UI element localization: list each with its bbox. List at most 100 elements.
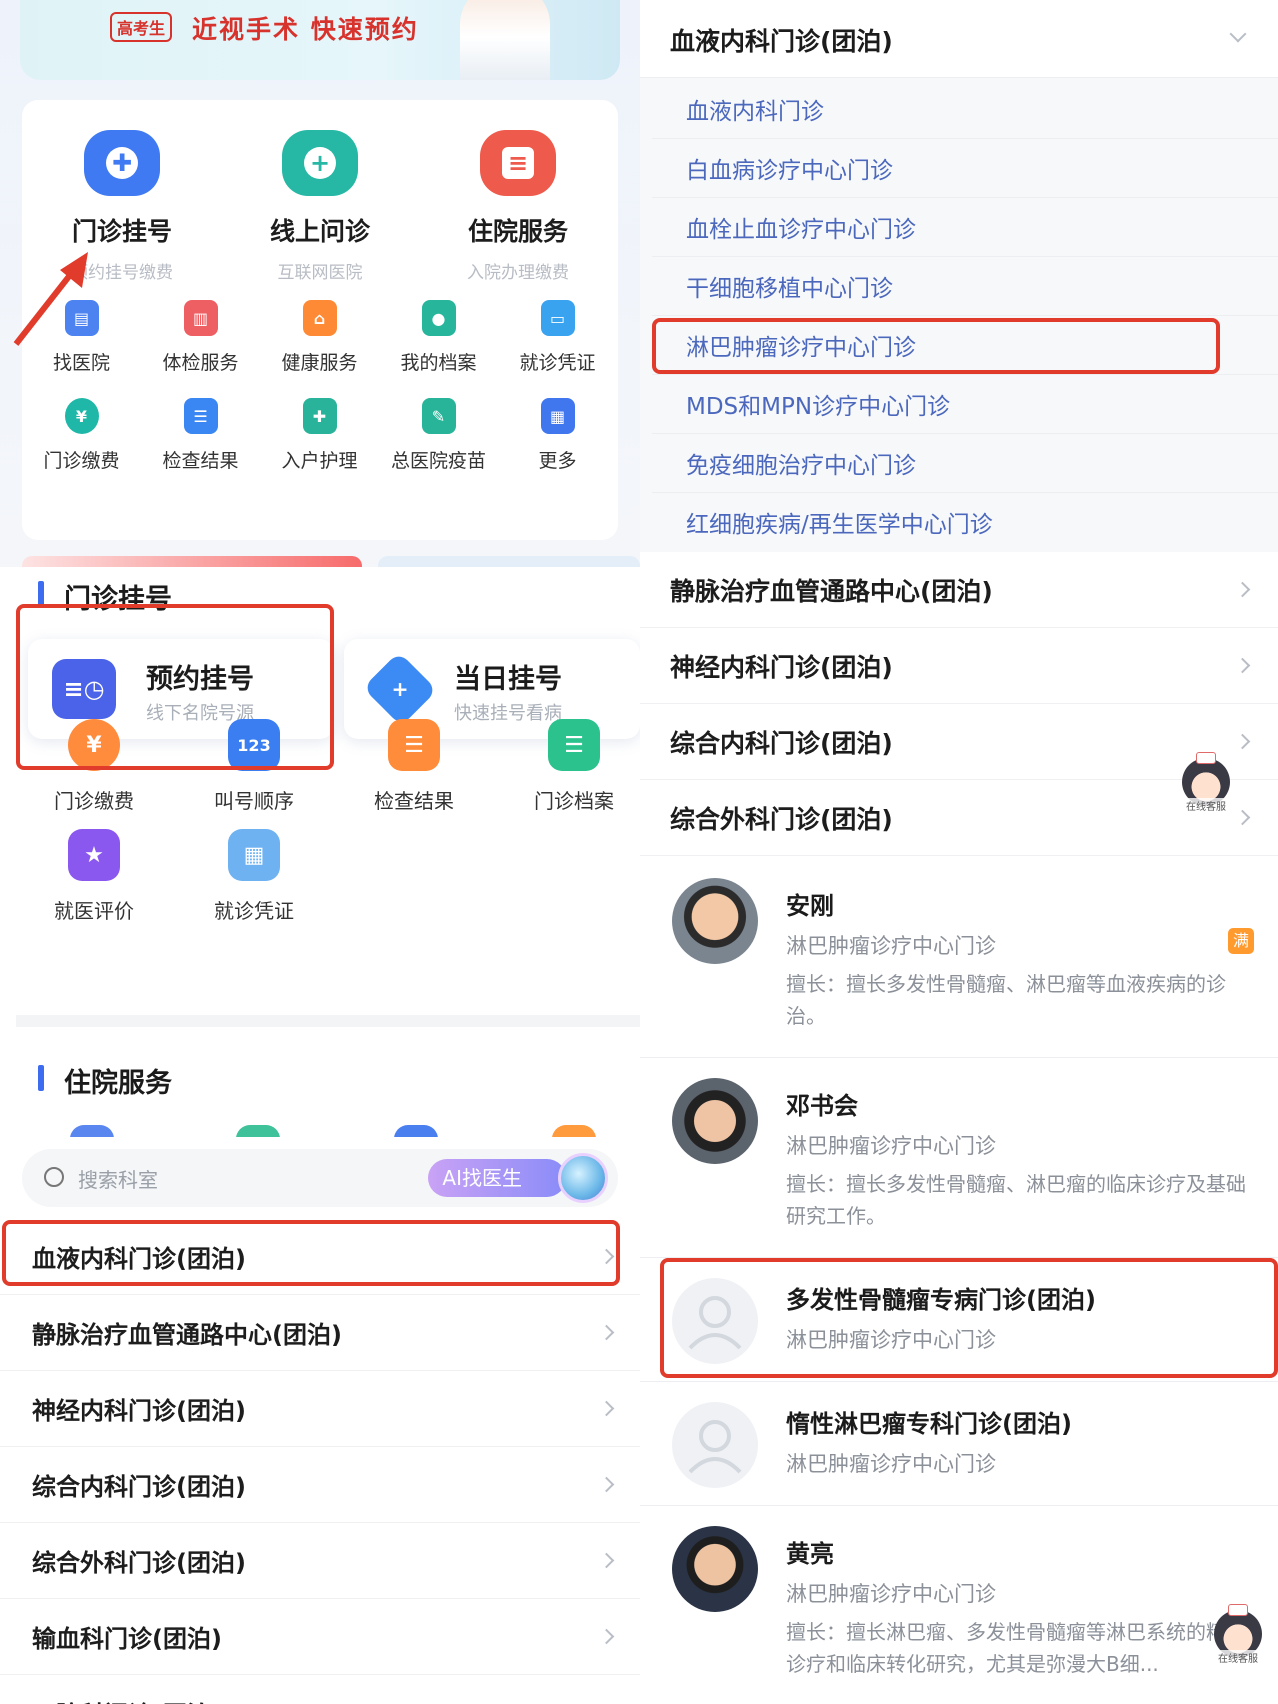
sub-dept-item[interactable]: 干细胞移植中心门诊: [686, 269, 893, 303]
dept-name: 血液内科门诊(团泊): [32, 1245, 246, 1273]
dept-name: 血液内科门诊(团泊): [670, 27, 893, 56]
section-title-inpatient: 住院服务: [38, 1061, 172, 1100]
online-consultation-service[interactable]: + 线上问诊 互联网医院: [220, 130, 420, 283]
list-icon: ☰: [183, 398, 218, 434]
doctor-card[interactable]: 安刚 淋巴肿瘤诊疗中心门诊 满 擅长：擅长多发性骨髓瘤、淋巴瘤等血液疾病的诊治。: [640, 858, 1278, 1058]
doctor-avatar: [672, 1078, 758, 1164]
customer-service-button[interactable]: 在线客服: [1210, 1604, 1266, 1666]
evaluation-item[interactable]: ★ 就医评价: [14, 829, 174, 924]
clinic-dept: 淋巴肿瘤诊疗中心门诊: [786, 1452, 996, 1476]
department-search-bar[interactable]: 搜索科室 AI找医生: [22, 1149, 618, 1207]
dept-row[interactable]: 血液内科门诊(团泊): [0, 1219, 640, 1295]
divider: [652, 138, 1278, 139]
peek-icon: [394, 1125, 438, 1137]
doctor-specialty: 擅长：擅长淋巴瘤、多发性骨髓瘤等淋巴系统的精准诊疗和临床转化研究，尤其是弥漫大B…: [786, 1620, 1246, 1676]
item-label: 门诊档案: [534, 789, 614, 813]
outpatient-payment-item[interactable]: ¥ 门诊缴费: [22, 398, 141, 473]
dept-name: 口腔科门诊(团泊): [32, 1695, 222, 1704]
item-label: 叫号顺序: [214, 789, 294, 813]
chevron-right-icon: [1234, 581, 1251, 598]
customer-service-button[interactable]: 在线客服: [1178, 752, 1234, 814]
item-label: 检查结果: [162, 450, 239, 472]
calendar-clock-icon: ≡◷: [52, 659, 116, 719]
sub-dept-item[interactable]: 白血病诊疗中心门诊: [686, 151, 893, 185]
archive-icon: ☰: [548, 719, 600, 771]
dept-row[interactable]: 综合内科门诊(团泊): [0, 1447, 640, 1523]
inpatient-service[interactable]: ≡ 住院服务 入院办理缴费: [418, 130, 618, 283]
customer-service-label: 在线客服: [1178, 798, 1234, 813]
dept-name: 综合内科门诊(团泊): [32, 1473, 246, 1501]
clinic-card[interactable]: 惰性淋巴瘤专科门诊(团泊) 淋巴肿瘤诊疗中心门诊: [640, 1382, 1278, 1506]
vaccine-item[interactable]: ✎ 总医院疫苗: [379, 398, 498, 473]
dept-row[interactable]: 输血科门诊(团泊): [0, 1599, 640, 1675]
doctor-name: 邓书会: [786, 1092, 858, 1120]
dept-row[interactable]: 神经内科门诊(团泊): [640, 628, 1278, 704]
expanded-dept-header[interactable]: 血液内科门诊(团泊): [640, 0, 1278, 78]
health-service-item[interactable]: ⌂ 健康服务: [260, 300, 379, 375]
checkup-item[interactable]: ▥ 体检服务: [141, 300, 260, 375]
sub-dept-item[interactable]: 淋巴肿瘤诊疗中心门诊: [686, 328, 916, 362]
ai-find-doctor-button[interactable]: AI找医生: [428, 1159, 566, 1197]
sub-dept-item[interactable]: 血液内科门诊: [686, 92, 824, 126]
search-placeholder: 搜索科室: [78, 1168, 158, 1192]
doctor-card[interactable]: 黄亮 淋巴肿瘤诊疗中心门诊 擅长：擅长淋巴瘤、多发性骨髓瘤等淋巴系统的精准诊疗和…: [640, 1506, 1278, 1704]
home-nursing-item[interactable]: ✚ 入户护理: [260, 398, 379, 473]
visit-voucher-item[interactable]: ▦ 就诊凭证: [174, 829, 334, 924]
clinic-name: 多发性骨髓瘤专病门诊(团泊): [786, 1286, 1096, 1314]
service-grid-row-2: ¥ 门诊缴费 ☰ 检查结果 ✚ 入户护理 ✎ 总医院疫苗 ▦ 更多: [22, 398, 618, 473]
dept-name: 综合外科门诊(团泊): [32, 1549, 246, 1577]
divider: [652, 197, 1278, 198]
dept-row[interactable]: 综合外科门诊(团泊): [0, 1523, 640, 1599]
sub-dept-item[interactable]: MDS和MPN诊疗中心门诊: [686, 387, 950, 421]
user-placeholder-icon: [672, 1278, 758, 1364]
peek-icon: [70, 1125, 114, 1137]
card-icon: ▦: [228, 829, 280, 881]
service-label: 门诊挂号: [71, 217, 172, 246]
user-placeholder-icon: [672, 1402, 758, 1488]
item-label: 入户护理: [281, 450, 358, 472]
dept-row[interactable]: 神经内科门诊(团泊): [0, 1371, 640, 1447]
exam-results-item[interactable]: ☰ 检查结果: [334, 719, 494, 814]
doctor-avatar: [672, 1526, 758, 1612]
item-label: 更多: [538, 450, 577, 472]
doctor-dept: 淋巴肿瘤诊疗中心门诊: [786, 1582, 996, 1606]
yuan-icon: ¥: [64, 398, 99, 434]
peek-icon: [552, 1125, 596, 1137]
sub-dept-item[interactable]: 红细胞疾病/再生医学中心门诊: [686, 505, 993, 539]
chevron-right-icon: [598, 1552, 615, 1569]
dept-row[interactable]: 静脉治疗血管通路中心(团泊): [0, 1295, 640, 1371]
exam-results-item[interactable]: ☰ 检查结果: [141, 398, 260, 473]
doctor-card[interactable]: 邓书会 淋巴肿瘤诊疗中心门诊 擅长：擅长多发性骨髓瘤、淋巴瘤的临床诊疗及基础研究…: [640, 1058, 1278, 1258]
dept-name: 神经内科门诊(团泊): [670, 653, 893, 682]
clinic-name: 惰性淋巴瘤专科门诊(团泊): [786, 1410, 1072, 1438]
star-icon: ★: [68, 829, 120, 881]
item-label: 就诊凭证: [214, 899, 294, 923]
dept-row[interactable]: 静脉治疗血管通路中心(团泊): [640, 552, 1278, 628]
sub-dept-item[interactable]: 血栓止血诊疗中心门诊: [686, 210, 916, 244]
clinic-card[interactable]: 多发性骨髓瘤专病门诊(团泊) 淋巴肿瘤诊疗中心门诊: [640, 1258, 1278, 1382]
visit-voucher-item[interactable]: ▭ 就诊凭证: [498, 300, 617, 375]
item-label: 就诊凭证: [519, 352, 596, 374]
sub-dept-item[interactable]: 免疫细胞治疗中心门诊: [686, 446, 916, 480]
item-label: 检查结果: [374, 789, 454, 813]
queue-order-item[interactable]: 123 叫号顺序: [174, 719, 334, 814]
dept-row[interactable]: 口腔科门诊(团泊): [0, 1675, 640, 1704]
item-label: 门诊缴费: [43, 450, 120, 472]
doctor-name: 安刚: [786, 892, 834, 920]
item-label: 我的档案: [400, 352, 477, 374]
chevron-right-icon: [598, 1476, 615, 1493]
outpatient-panel: 门诊挂号 ≡◷ 预约挂号 线下名院号源 + 当日挂号 快速挂号看病 ¥ 门诊缴费 …: [0, 567, 640, 1137]
chevron-right-icon: [598, 1628, 615, 1645]
list-icon: ☰: [388, 719, 440, 771]
chevron-right-icon: [1234, 733, 1251, 750]
my-records-item[interactable]: ● 我的档案: [379, 300, 498, 375]
dept-name: 神经内科门诊(团泊): [32, 1397, 246, 1425]
dept-name: 静脉治疗血管通路中心(团泊): [670, 577, 993, 606]
more-item[interactable]: ▦ 更多: [498, 398, 617, 473]
doctor-dept: 淋巴肿瘤诊疗中心门诊: [786, 934, 996, 958]
myopia-banner[interactable]: 高考生 近视手术 快速预约: [20, 0, 620, 80]
item-label: 体检服务: [162, 352, 239, 374]
outpatient-payment-item[interactable]: ¥ 门诊缴费: [14, 719, 174, 814]
outpatient-archive-item[interactable]: ☰ 门诊档案: [494, 719, 640, 814]
divider: [652, 256, 1278, 257]
